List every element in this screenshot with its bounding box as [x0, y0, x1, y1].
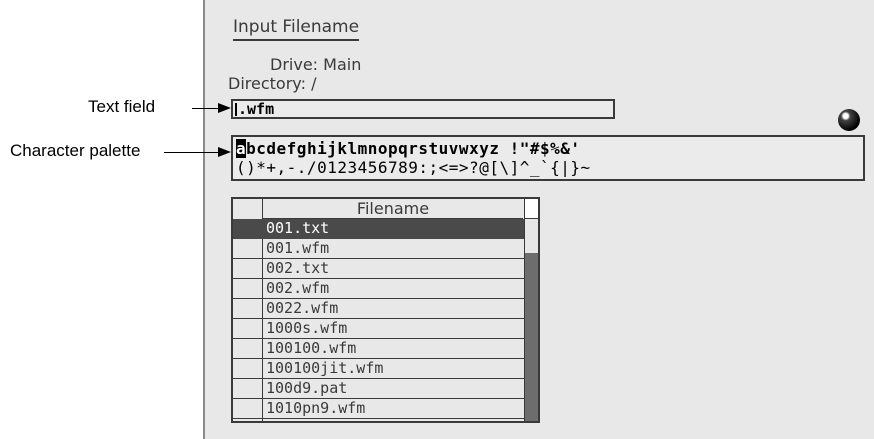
filename-column-header[interactable]: Filename: [263, 199, 523, 219]
directory-info: Directory: /: [228, 75, 316, 93]
filename-cell: 002.wfm: [266, 279, 330, 297]
palette-row-1[interactable]: abcdefghijklmnopqrstuvwxyz !"#$%&': [236, 139, 581, 158]
dialog-title: Input Filename: [233, 17, 360, 41]
filename-cell: 100100jit.wfm: [266, 359, 384, 377]
directory-value: /: [311, 74, 317, 93]
callout-text-field-arrow-icon: [218, 103, 231, 113]
palette-row-2[interactable]: ()*+,-./0123456789:;<=>?@[\]^_`{|}~: [236, 159, 591, 177]
scrollbar-top-button[interactable]: [525, 199, 538, 219]
general-purpose-knob-icon[interactable]: [838, 109, 860, 131]
filename-cell: 100d9.pat: [266, 379, 348, 397]
filename-cell: 001.txt: [266, 219, 330, 237]
palette-selected-char[interactable]: a: [236, 139, 247, 158]
filename-text-value: .wfm: [238, 100, 275, 118]
table-row[interactable]: 100100.wfm: [233, 339, 524, 359]
table-row[interactable]: 0022.wfm: [233, 299, 524, 319]
file-list-table[interactable]: Filename 001.txt 001.wfm 002.txt 002.wfm 002…: [231, 197, 540, 423]
filename-text-field[interactable]: .wfm: [231, 99, 615, 119]
directory-label: Directory:: [228, 74, 306, 93]
callout-palette-label: Character palette: [10, 141, 141, 160]
table-row[interactable]: 1010pn9.wfm: [233, 399, 524, 419]
filename-cell: 0022.wfm: [266, 299, 339, 317]
callout-text-field-line: [192, 108, 219, 109]
table-row[interactable]: 002.wfm: [233, 279, 524, 299]
callout-palette-arrow-icon: [218, 147, 231, 157]
scrollbar-thumb[interactable]: [525, 253, 538, 421]
table-row[interactable]: 100d9.pat: [233, 379, 524, 399]
character-palette[interactable]: abcdefghijklmnopqrstuvwxyz !"#$%&' ()*+,…: [231, 135, 865, 181]
table-row[interactable]: 100100jit.wfm: [233, 359, 524, 379]
filename-cell: 002.txt: [266, 259, 330, 277]
filename-cell: 1010pn9.wfm: [266, 399, 366, 417]
palette-row-1-chars[interactable]: bcdefghijklmnopqrstuvwxyz !"#$%&': [246, 139, 580, 158]
scrollbar[interactable]: [524, 199, 538, 421]
drive-value: Main: [323, 55, 362, 74]
text-cursor: [235, 103, 237, 116]
drive-label: Drive:: [270, 55, 319, 74]
callout-palette-line: [164, 152, 219, 153]
file-rows: 001.txt 001.wfm 002.txt 002.wfm 0022.wfm 1000…: [233, 219, 524, 419]
filename-cell: 100100.wfm: [266, 339, 357, 357]
callout-text-field-label: Text field: [88, 97, 156, 116]
table-row[interactable]: 1000s.wfm: [233, 319, 524, 339]
table-row[interactable]: 002.txt: [233, 259, 524, 279]
drive-info: Drive: Main: [270, 56, 361, 74]
filename-cell: 1000s.wfm: [266, 319, 348, 337]
filename-cell: 001.wfm: [266, 239, 330, 257]
table-row[interactable]: 001.txt: [233, 219, 524, 239]
table-row[interactable]: 001.wfm: [233, 239, 524, 259]
